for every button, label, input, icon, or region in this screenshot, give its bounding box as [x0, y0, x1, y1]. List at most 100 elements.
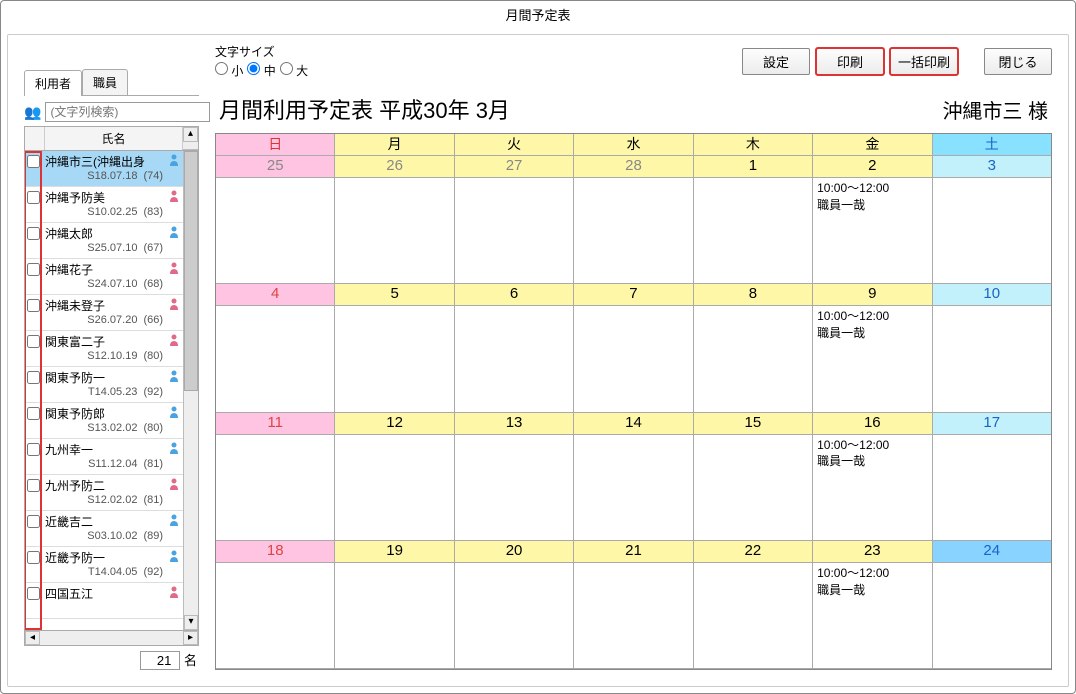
- calendar-cell[interactable]: 1610:00～12:00職員一哉: [813, 413, 932, 541]
- event-line: 10:00～12:00: [817, 308, 927, 325]
- event-line: 職員一哉: [817, 453, 927, 470]
- calendar-cell[interactable]: 3: [933, 156, 1051, 284]
- row-checkbox[interactable]: [27, 155, 40, 168]
- calendar-cell[interactable]: 21: [574, 541, 693, 669]
- count-value: 21: [140, 651, 180, 670]
- row-checkbox[interactable]: [27, 371, 40, 384]
- row-checkbox[interactable]: [27, 407, 40, 420]
- list-item[interactable]: 四国五江: [25, 583, 183, 619]
- row-checkbox[interactable]: [27, 227, 40, 240]
- row-checkbox[interactable]: [27, 479, 40, 492]
- checkbox-column-header: [25, 127, 45, 150]
- calendar-week: 11121314151610:00～12:00職員一哉17: [216, 413, 1051, 541]
- horizontal-scrollbar[interactable]: ◂ ▸: [25, 630, 198, 645]
- cell-date: 13: [455, 413, 573, 435]
- left-panel: 利用者 職員 👥 氏名 ▴ 沖縄市三(沖縄出身S18.07.: [24, 43, 199, 670]
- calendar-cell[interactable]: 2310:00～12:00職員一哉: [813, 541, 932, 669]
- calendar-cell[interactable]: 5: [335, 284, 454, 412]
- calendar-cell[interactable]: 7: [574, 284, 693, 412]
- row-name: 近畿予防一: [45, 549, 167, 566]
- toolbar: 文字サイズ 小 中 大 設定 印刷 一括印刷 閉じる: [215, 43, 1052, 87]
- day-header: 月: [335, 134, 454, 156]
- person-icon: [167, 441, 181, 457]
- list-item[interactable]: 関東予防一T14.05.23(92): [25, 367, 183, 403]
- row-checkbox[interactable]: [27, 551, 40, 564]
- list-item[interactable]: 関東富二子S12.10.19(80): [25, 331, 183, 367]
- row-checkbox[interactable]: [27, 263, 40, 276]
- calendar-cell[interactable]: 28: [574, 156, 693, 284]
- cell-date: 24: [933, 541, 1051, 563]
- vertical-scrollbar[interactable]: ▾: [183, 151, 198, 630]
- row-checkbox[interactable]: [27, 515, 40, 528]
- font-size-small[interactable]: 小: [215, 62, 243, 79]
- cell-date: 9: [813, 284, 931, 306]
- row-age: (67): [143, 242, 163, 254]
- font-size-large[interactable]: 大: [280, 62, 308, 79]
- list-body: 沖縄市三(沖縄出身S18.07.18(74)沖縄予防美S10.02.25(83)…: [25, 151, 183, 630]
- row-name: 四国五江: [45, 585, 167, 602]
- tab-users[interactable]: 利用者: [24, 70, 82, 96]
- window-title: 月間予定表: [1, 1, 1075, 28]
- calendar-cell[interactable]: 17: [933, 413, 1051, 541]
- list-item[interactable]: 沖縄花子S24.07.10(68): [25, 259, 183, 295]
- list-item[interactable]: 近畿吉二S03.10.02(89): [25, 511, 183, 547]
- row-checkbox[interactable]: [27, 587, 40, 600]
- event-line: 10:00～12:00: [817, 437, 927, 454]
- list-item[interactable]: 沖縄太郎S25.07.10(67): [25, 223, 183, 259]
- print-button[interactable]: 印刷: [816, 48, 884, 75]
- settings-button[interactable]: 設定: [742, 48, 810, 75]
- row-checkbox[interactable]: [27, 443, 40, 456]
- calendar-cell[interactable]: 14: [574, 413, 693, 541]
- calendar-cell[interactable]: 13: [455, 413, 574, 541]
- calendar-cell[interactable]: 25: [216, 156, 335, 284]
- calendar-cell[interactable]: 15: [694, 413, 813, 541]
- calendar-cell[interactable]: 18: [216, 541, 335, 669]
- cell-date: 21: [574, 541, 692, 563]
- calendar-cell[interactable]: 12: [335, 413, 454, 541]
- list-item[interactable]: 沖縄未登子S26.07.20(66): [25, 295, 183, 331]
- list-item[interactable]: 沖縄市三(沖縄出身S18.07.18(74): [25, 151, 183, 187]
- calendar-cell[interactable]: 8: [694, 284, 813, 412]
- calendar-cell[interactable]: 22: [694, 541, 813, 669]
- calendar-cell[interactable]: 910:00～12:00職員一哉: [813, 284, 932, 412]
- calendar-cell[interactable]: 4: [216, 284, 335, 412]
- row-birthdate: S12.02.02: [87, 494, 137, 506]
- cell-body: [216, 306, 334, 412]
- search-input[interactable]: [45, 102, 210, 122]
- calendar-cell[interactable]: 6: [455, 284, 574, 412]
- cell-body: [455, 435, 573, 541]
- cell-date: 12: [335, 413, 453, 435]
- list-item[interactable]: 九州幸一S11.12.04(81): [25, 439, 183, 475]
- cell-date: 25: [216, 156, 334, 178]
- list-item[interactable]: 近畿予防一T14.04.05(92): [25, 547, 183, 583]
- person-icon: [167, 333, 181, 349]
- batch-print-button[interactable]: 一括印刷: [890, 48, 958, 75]
- font-size-label: 文字サイズ: [215, 43, 308, 60]
- list-item[interactable]: 九州予防二S12.02.02(81): [25, 475, 183, 511]
- person-icon: [167, 225, 181, 241]
- row-birthdate: S25.07.10: [87, 242, 137, 254]
- calendar-cell[interactable]: 27: [455, 156, 574, 284]
- calendar-cell[interactable]: 11: [216, 413, 335, 541]
- calendar-cell[interactable]: 24: [933, 541, 1051, 669]
- cell-date: 22: [694, 541, 812, 563]
- row-name: 九州幸一: [45, 441, 167, 458]
- row-checkbox[interactable]: [27, 335, 40, 348]
- calendar-cell[interactable]: 19: [335, 541, 454, 669]
- row-checkbox[interactable]: [27, 299, 40, 312]
- close-button[interactable]: 閉じる: [984, 48, 1052, 75]
- list-item[interactable]: 関東予防郎S13.02.02(80): [25, 403, 183, 439]
- font-size-group: 文字サイズ 小 中 大: [215, 43, 308, 79]
- calendar-cell[interactable]: 26: [335, 156, 454, 284]
- font-size-medium[interactable]: 中: [247, 62, 275, 79]
- row-age: (80): [143, 350, 163, 362]
- scroll-up-arrow[interactable]: ▴: [183, 127, 198, 150]
- calendar-cell[interactable]: 210:00～12:00職員一哉: [813, 156, 932, 284]
- calendar-cell[interactable]: 20: [455, 541, 574, 669]
- tab-staff[interactable]: 職員: [82, 69, 128, 95]
- list-item[interactable]: 沖縄予防美S10.02.25(83): [25, 187, 183, 223]
- cell-date: 6: [455, 284, 573, 306]
- calendar-cell[interactable]: 10: [933, 284, 1051, 412]
- calendar-cell[interactable]: 1: [694, 156, 813, 284]
- row-checkbox[interactable]: [27, 191, 40, 204]
